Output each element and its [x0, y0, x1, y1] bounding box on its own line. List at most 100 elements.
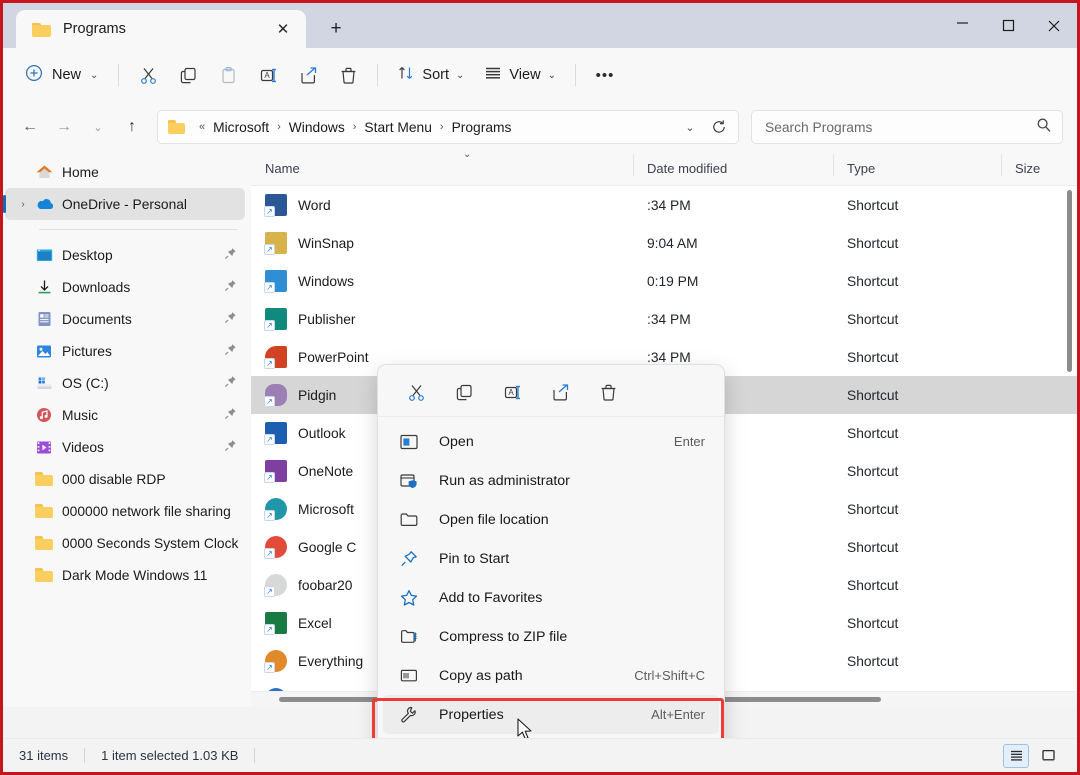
share-icon[interactable] — [536, 375, 584, 411]
sidebar-item-documents[interactable]: Documents — [5, 303, 245, 335]
sidebar-item-onedrive[interactable]: › OneDrive - Personal — [3, 188, 245, 220]
share-button[interactable] — [288, 58, 328, 92]
search-box[interactable]: Search Programs — [751, 110, 1063, 144]
vertical-scrollbar[interactable] — [1064, 190, 1074, 690]
column-header-name[interactable]: Name — [251, 161, 633, 176]
recent-locations-button[interactable]: ⌄ — [81, 110, 115, 144]
pin-icon[interactable] — [219, 343, 241, 359]
cut-button[interactable] — [128, 58, 168, 92]
search-input[interactable]: Search Programs — [765, 120, 1036, 135]
word-icon: ↗ — [264, 194, 287, 217]
shortcut-overlay-icon: ↗ — [264, 510, 275, 521]
context-menu-item-copy-as-path[interactable]: Copy as path Ctrl+Shift+C — [383, 656, 719, 695]
pin-icon[interactable] — [219, 279, 241, 295]
breadcrumb-item-start-menu[interactable]: Start Menu — [361, 120, 434, 135]
breadcrumb-separator: › — [439, 121, 444, 133]
pin-icon[interactable] — [219, 247, 241, 263]
search-icon[interactable] — [1036, 117, 1052, 138]
expander-icon[interactable]: › — [13, 199, 33, 210]
breadcrumb-overflow[interactable]: « — [194, 121, 210, 133]
breadcrumb-item-windows[interactable]: Windows — [286, 120, 348, 135]
file-name-label: Pidgin — [298, 387, 337, 403]
sidebar-item-dark-mode-windows-11[interactable]: Dark Mode Windows 11 — [5, 559, 245, 591]
file-name-label: foobar20 — [298, 577, 353, 593]
sidebar-item-downloads[interactable]: Downloads — [5, 271, 245, 303]
breadcrumb-separator: › — [277, 121, 281, 133]
up-button[interactable]: ↑ — [115, 110, 149, 144]
wrench-icon — [396, 704, 422, 726]
cut-icon[interactable] — [392, 375, 440, 411]
new-button[interactable]: New ⌄ — [17, 58, 109, 92]
context-menu-item-add-to-favorites[interactable]: Add to Favorites — [383, 578, 719, 617]
drive-icon — [33, 374, 55, 392]
sidebar-item-home[interactable]: Home — [5, 156, 245, 188]
context-menu-item-compress-to-zip-file[interactable]: Compress to ZIP file — [383, 617, 719, 656]
table-row[interactable]: ↗ Publisher :34 PM Shortcut — [251, 300, 1077, 338]
column-header-date-modified[interactable]: Date modified — [633, 154, 833, 176]
maximize-button[interactable] — [985, 3, 1031, 48]
file-type-cell: Shortcut — [847, 615, 899, 631]
context-menu-item-open-file-location[interactable]: Open file location — [383, 500, 719, 539]
sidebar-item-label: 0000 Seconds System Clock — [62, 535, 239, 551]
file-name-cell: ↗ Word — [251, 194, 633, 217]
paste-button[interactable] — [208, 58, 248, 92]
context-menu-item-open[interactable]: Open Enter — [383, 422, 719, 461]
forward-button[interactable]: → — [47, 110, 81, 144]
documents-icon — [33, 310, 55, 328]
delete-icon[interactable] — [584, 375, 632, 411]
minimize-button[interactable] — [939, 3, 985, 48]
sidebar-item-music[interactable]: Music — [5, 399, 245, 431]
chevron-down-icon[interactable]: ⌄ — [676, 112, 704, 142]
sidebar-item-label: Desktop — [62, 247, 113, 263]
large-icons-view-button[interactable] — [1035, 744, 1061, 768]
tab-close-icon[interactable]: ✕ — [270, 16, 296, 42]
rename-button[interactable]: A — [248, 58, 288, 92]
file-name-label: Outlook — [298, 425, 346, 441]
sidebar-item-0000-seconds-system-clock[interactable]: 0000 Seconds System Clock — [5, 527, 245, 559]
sidebar-item-videos[interactable]: Videos — [5, 431, 245, 463]
table-row[interactable]: ↗ Windows 0:19 PM Shortcut — [251, 262, 1077, 300]
pin-icon[interactable] — [219, 375, 241, 391]
vertical-scrollbar-thumb[interactable] — [1067, 190, 1072, 372]
copy-button[interactable] — [168, 58, 208, 92]
view-button[interactable]: View ⌄ — [474, 58, 566, 92]
table-row[interactable]: ↗ Word :34 PM Shortcut — [251, 186, 1077, 224]
sidebar-item-label: 000000 network file sharing — [62, 503, 231, 519]
tab-title: Programs — [63, 21, 126, 37]
breadcrumb-item-microsoft[interactable]: Microsoft — [210, 120, 272, 135]
table-row[interactable]: ↗ WinSnap 9:04 AM Shortcut — [251, 224, 1077, 262]
back-button[interactable]: ← — [13, 110, 47, 144]
sidebar-item-pictures[interactable]: Pictures — [5, 335, 245, 367]
pin-icon[interactable] — [219, 407, 241, 423]
new-tab-button[interactable]: + — [318, 13, 354, 45]
column-header-type[interactable]: Type — [833, 154, 1001, 176]
context-menu-item-properties[interactable]: Properties Alt+Enter — [383, 695, 719, 734]
sidebar-item-desktop[interactable]: Desktop — [5, 239, 245, 271]
delete-button[interactable] — [328, 58, 368, 92]
sidebar-item-000-disable-rdp[interactable]: 000 disable RDP — [5, 463, 245, 495]
more-options-button[interactable]: ••• — [585, 58, 625, 92]
pin-icon[interactable] — [219, 311, 241, 327]
context-menu-item-label: Pin to Start — [439, 550, 510, 567]
copy-icon[interactable] — [440, 375, 488, 411]
file-type-cell: Shortcut — [847, 501, 899, 517]
rename-icon[interactable]: A — [488, 375, 536, 411]
context-menu-item-label: Open — [439, 433, 474, 450]
sidebar-item-000000-network-file-sharing[interactable]: 000000 network file sharing — [5, 495, 245, 527]
details-view-button[interactable] — [1003, 743, 1029, 768]
sidebar-item-os-c[interactable]: OS (C:) — [5, 367, 245, 399]
file-name-label: Microsoft — [298, 501, 354, 517]
context-menu-item-pin-to-start[interactable]: Pin to Start — [383, 539, 719, 578]
address-bar[interactable]: « Microsoft › Windows › Start Menu › Pro… — [157, 110, 739, 144]
refresh-icon[interactable] — [704, 112, 734, 142]
shortcut-overlay-icon: ↗ — [264, 662, 275, 673]
sidebar-item-label: OneDrive - Personal — [62, 196, 187, 212]
pin-icon[interactable] — [219, 439, 241, 455]
close-button[interactable] — [1031, 3, 1077, 48]
tab-programs[interactable]: Programs ✕ — [16, 10, 306, 48]
column-header-size[interactable]: Size — [1001, 154, 1071, 176]
context-menu-item-shortcut: Enter — [673, 434, 705, 449]
breadcrumb-item-programs[interactable]: Programs — [449, 120, 515, 135]
context-menu-item-run-as-administrator[interactable]: Run as administrator — [383, 461, 719, 500]
sort-button[interactable]: Sort ⌄ — [387, 58, 474, 92]
